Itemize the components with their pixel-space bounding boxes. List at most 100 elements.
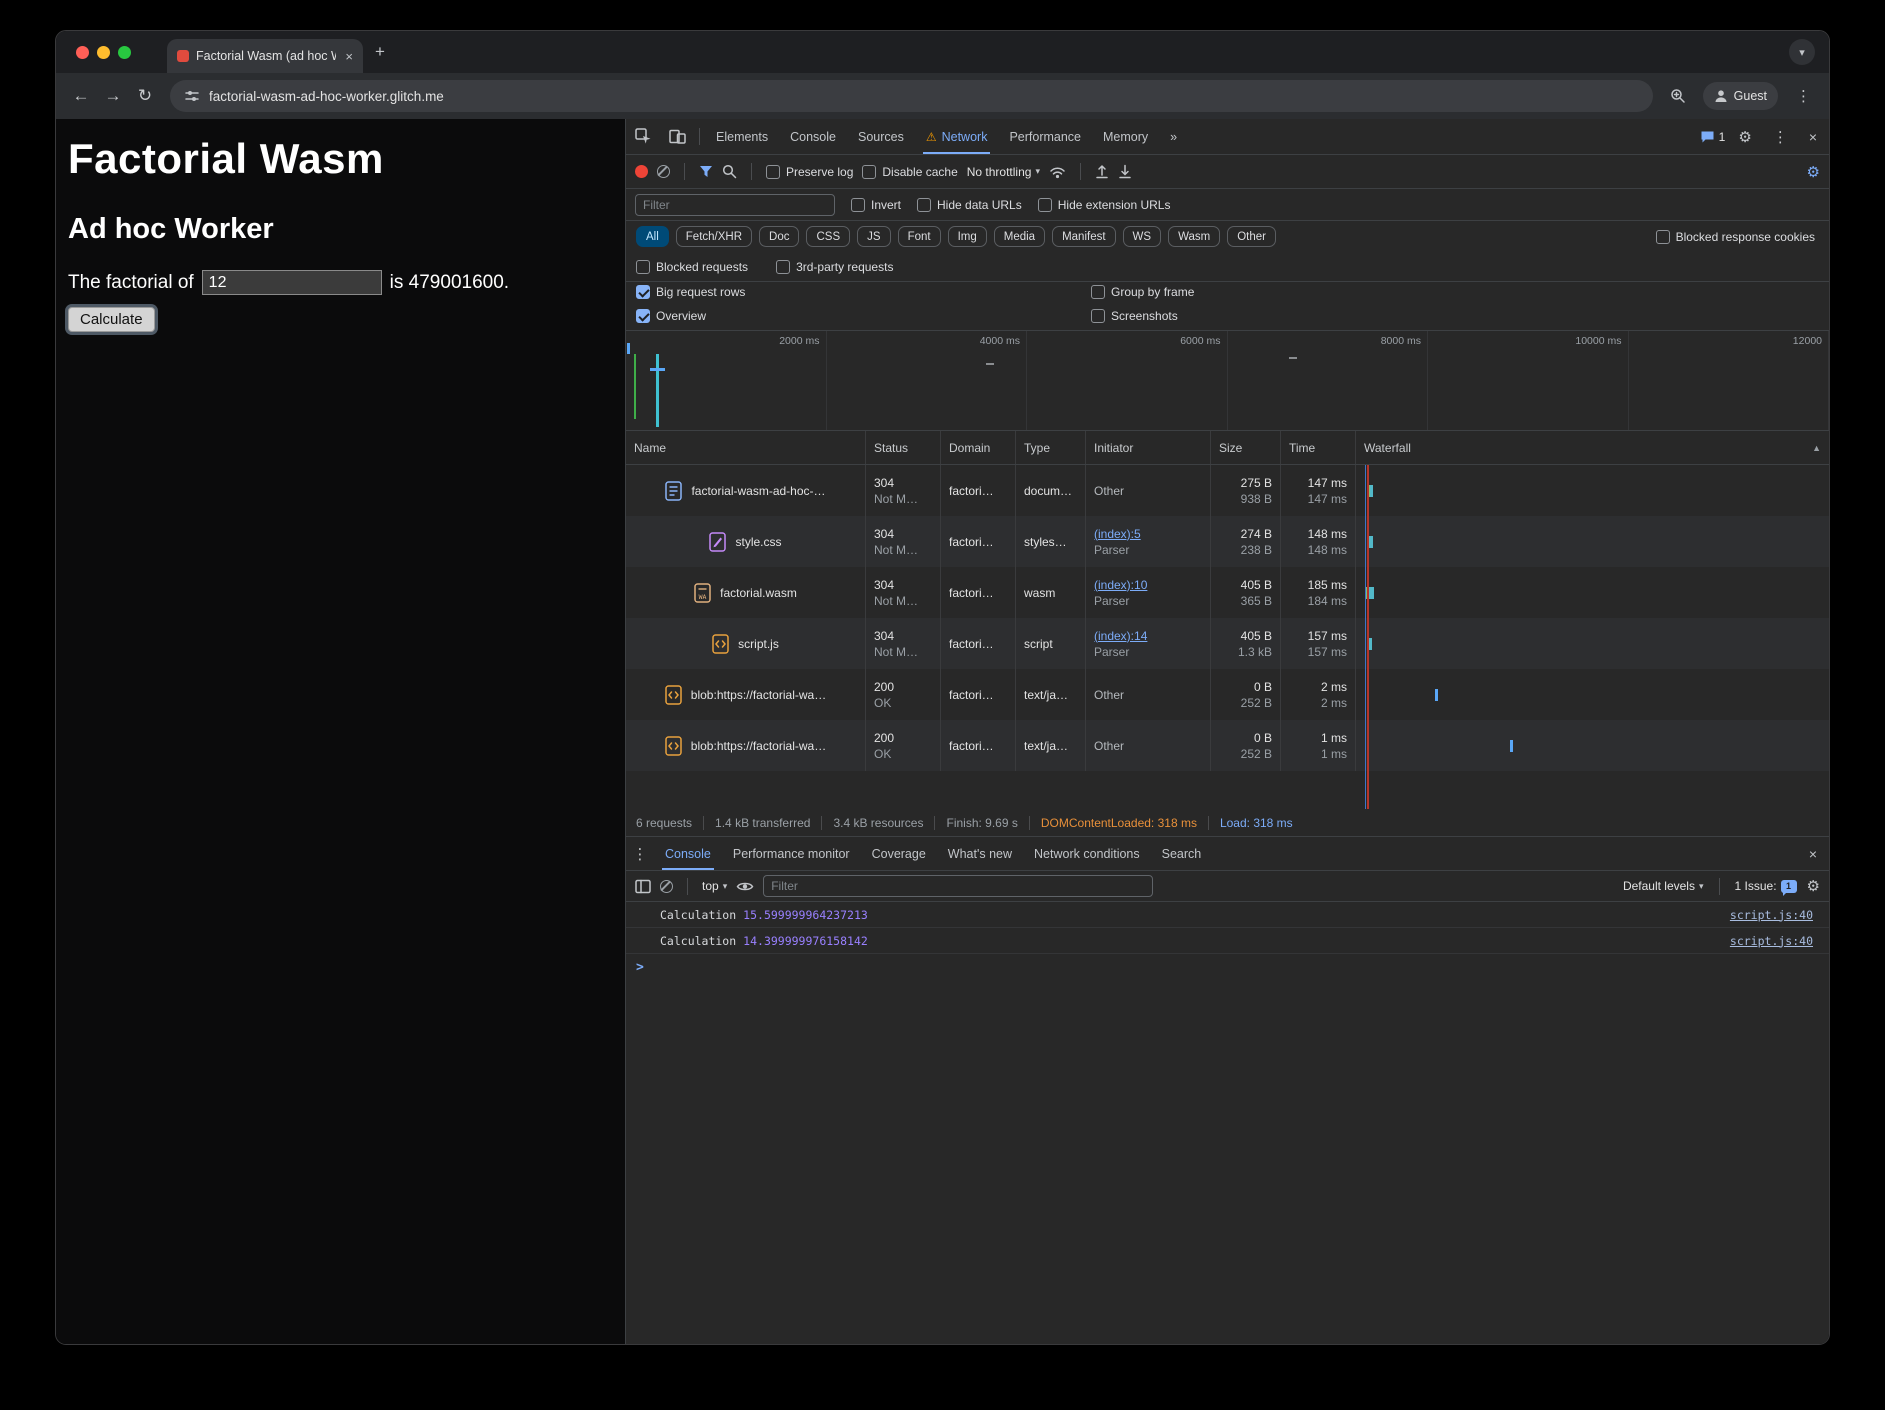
- zoom-icon[interactable]: [1663, 81, 1693, 111]
- checkbox-box[interactable]: [1091, 309, 1105, 323]
- table-row[interactable]: WA factorial.wasm 304Not M… factori… was…: [626, 567, 1829, 618]
- clear-network-log-icon[interactable]: [657, 165, 670, 178]
- site-settings-icon[interactable]: [184, 88, 200, 104]
- console-context-dropdown[interactable]: top ▾: [702, 879, 727, 893]
- issues-counter[interactable]: 1: [1700, 129, 1726, 144]
- devtools-menu-icon[interactable]: ⋮: [1765, 128, 1796, 146]
- initiator-link[interactable]: (index):10: [1094, 577, 1202, 593]
- checkbox-box[interactable]: [636, 285, 650, 299]
- tab-network[interactable]: ⚠ Network: [915, 119, 999, 154]
- device-toolbar-icon[interactable]: [660, 119, 694, 154]
- col-name[interactable]: Name: [626, 431, 866, 464]
- chip-ws[interactable]: WS: [1123, 226, 1162, 247]
- console-message[interactable]: Calculation 14.399999976158142 script.js…: [626, 928, 1829, 954]
- table-row[interactable]: script.js 304Not M… factori… script (ind…: [626, 618, 1829, 669]
- col-waterfall[interactable]: Waterfall ▲: [1356, 431, 1829, 464]
- drawer-tab-performance-monitor[interactable]: Performance monitor: [722, 837, 861, 870]
- network-overview-timeline[interactable]: 2000 ms 4000 ms 6000 ms 8000 ms 10000 ms…: [626, 331, 1829, 431]
- network-filter-input[interactable]: [635, 194, 835, 216]
- checkbox-box[interactable]: [1038, 198, 1052, 212]
- forward-button[interactable]: →: [98, 81, 128, 111]
- chip-fetch-xhr[interactable]: Fetch/XHR: [676, 226, 752, 247]
- console-message[interactable]: Calculation 15.599999964237213 script.js…: [626, 902, 1829, 928]
- checkbox-box[interactable]: [766, 165, 780, 179]
- checkbox-box[interactable]: [636, 260, 650, 274]
- drawer-tab-network-conditions[interactable]: Network conditions: [1023, 837, 1151, 870]
- overview-checkbox[interactable]: Overview: [636, 309, 1091, 323]
- screenshots-checkbox[interactable]: Screenshots: [1091, 309, 1819, 323]
- checkbox-box[interactable]: [851, 198, 865, 212]
- drawer-tab-console[interactable]: Console: [654, 837, 722, 870]
- chip-css[interactable]: CSS: [806, 226, 850, 247]
- checkbox-box[interactable]: [862, 165, 876, 179]
- initiator-link[interactable]: (index):14: [1094, 628, 1202, 644]
- chip-doc[interactable]: Doc: [759, 226, 799, 247]
- import-har-icon[interactable]: [1095, 164, 1109, 179]
- console-settings-icon[interactable]: ⚙: [1807, 877, 1820, 895]
- filter-icon[interactable]: [699, 165, 713, 178]
- minimize-window-button[interactable]: [97, 46, 110, 59]
- tab-performance[interactable]: Performance: [998, 119, 1092, 154]
- col-domain[interactable]: Domain: [941, 431, 1016, 464]
- tab-sources[interactable]: Sources: [847, 119, 915, 154]
- table-row[interactable]: blob:https://factorial-wa… 200OK factori…: [626, 720, 1829, 771]
- col-type[interactable]: Type: [1016, 431, 1086, 464]
- search-icon[interactable]: [722, 164, 737, 179]
- group-by-frame-checkbox[interactable]: Group by frame: [1091, 285, 1819, 299]
- clear-console-icon[interactable]: [660, 880, 673, 893]
- console-prompt[interactable]: >: [626, 954, 1829, 980]
- big-request-rows-checkbox[interactable]: Big request rows: [636, 285, 1091, 299]
- chip-media[interactable]: Media: [994, 226, 1045, 247]
- browser-tab[interactable]: Factorial Wasm (ad hoc Worl ×: [167, 39, 363, 73]
- record-network-log-button[interactable]: [635, 165, 648, 178]
- network-conditions-icon[interactable]: [1049, 165, 1066, 179]
- tab-memory[interactable]: Memory: [1092, 119, 1159, 154]
- hide-extension-urls-checkbox[interactable]: Hide extension URLs: [1038, 198, 1171, 212]
- drawer-tab-search[interactable]: Search: [1151, 837, 1213, 870]
- devtools-settings-icon[interactable]: ⚙: [1738, 128, 1751, 146]
- preserve-log-checkbox[interactable]: Preserve log: [766, 165, 853, 179]
- blocked-requests-checkbox[interactable]: Blocked requests: [636, 260, 748, 274]
- invert-checkbox[interactable]: Invert: [851, 198, 901, 212]
- chip-js[interactable]: JS: [857, 226, 890, 247]
- drawer-close-icon[interactable]: ×: [1809, 846, 1817, 862]
- more-tabs-button[interactable]: »: [1159, 119, 1188, 154]
- inspect-element-icon[interactable]: [626, 119, 660, 154]
- drawer-menu-icon[interactable]: ⋮: [626, 837, 654, 870]
- tab-elements[interactable]: Elements: [705, 119, 779, 154]
- chip-manifest[interactable]: Manifest: [1052, 226, 1115, 247]
- initiator-link[interactable]: (index):5: [1094, 526, 1202, 542]
- col-initiator[interactable]: Initiator: [1086, 431, 1211, 464]
- drawer-tab-coverage[interactable]: Coverage: [861, 837, 937, 870]
- throttling-dropdown[interactable]: No throttling ▾: [967, 165, 1040, 179]
- table-row[interactable]: factorial-wasm-ad-hoc-… 304Not M… factor…: [626, 465, 1829, 516]
- col-time[interactable]: Time: [1281, 431, 1356, 464]
- col-size[interactable]: Size: [1211, 431, 1281, 464]
- timeline-handle[interactable]: [627, 343, 630, 354]
- chip-wasm[interactable]: Wasm: [1168, 226, 1220, 247]
- address-bar[interactable]: factorial-wasm-ad-hoc-worker.glitch.me: [170, 80, 1653, 112]
- hide-data-urls-checkbox[interactable]: Hide data URLs: [917, 198, 1022, 212]
- close-window-button[interactable]: [76, 46, 89, 59]
- console-issues-counter[interactable]: 1 Issue: 1: [1735, 879, 1797, 893]
- third-party-requests-checkbox[interactable]: 3rd-party requests: [776, 260, 893, 274]
- chip-other[interactable]: Other: [1227, 226, 1276, 247]
- checkbox-box[interactable]: [1656, 230, 1670, 244]
- checkbox-box[interactable]: [776, 260, 790, 274]
- col-status[interactable]: Status: [866, 431, 941, 464]
- table-row[interactable]: blob:https://factorial-wa… 200OK factori…: [626, 669, 1829, 720]
- checkbox-box[interactable]: [1091, 285, 1105, 299]
- chip-all[interactable]: All: [636, 226, 669, 247]
- source-link[interactable]: script.js:40: [1730, 908, 1829, 922]
- eye-icon[interactable]: [736, 880, 754, 893]
- back-button[interactable]: ←: [66, 81, 96, 111]
- zoom-window-button[interactable]: [118, 46, 131, 59]
- blocked-response-cookies-checkbox[interactable]: Blocked response cookies: [1656, 230, 1819, 244]
- calculate-button[interactable]: Calculate: [68, 307, 155, 332]
- network-settings-icon[interactable]: ⚙: [1807, 163, 1820, 181]
- tab-close-icon[interactable]: ×: [343, 49, 355, 64]
- chip-img[interactable]: Img: [948, 226, 987, 247]
- checkbox-box[interactable]: [917, 198, 931, 212]
- log-levels-dropdown[interactable]: Default levels ▾: [1623, 879, 1704, 893]
- reload-button[interactable]: ↻: [130, 81, 160, 111]
